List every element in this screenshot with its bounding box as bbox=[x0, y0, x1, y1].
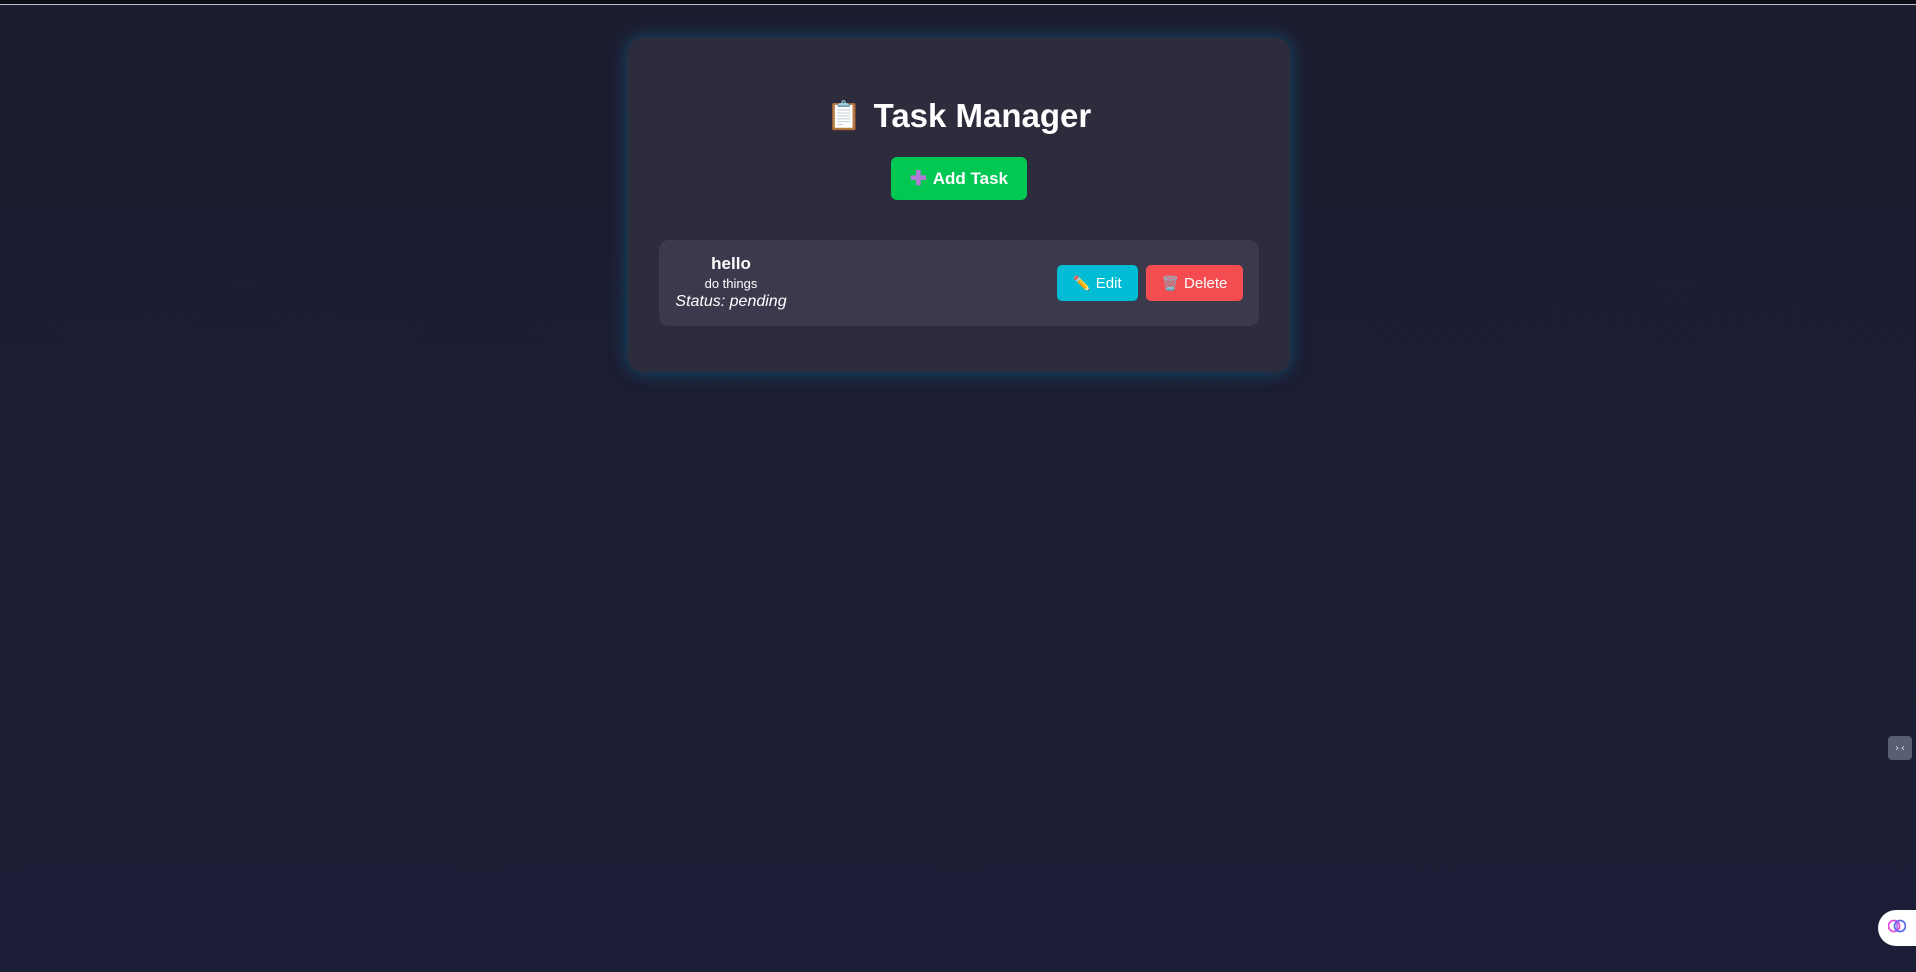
trash-icon: 🗑️ bbox=[1161, 274, 1180, 291]
plus-icon: ✚ bbox=[909, 167, 927, 190]
brain-icon bbox=[1887, 917, 1907, 940]
task-status: Status: pending bbox=[675, 293, 787, 310]
page-title: 📋 Task Manager bbox=[628, 96, 1290, 136]
task-description: do things bbox=[704, 276, 758, 291]
top-border bbox=[0, 0, 1916, 5]
task-title: hello bbox=[711, 254, 751, 273]
edit-button[interactable]: ✏️ Edit bbox=[1057, 265, 1138, 301]
pencil-icon: ✏️ bbox=[1073, 274, 1091, 291]
clipboard-icon: 📋 bbox=[826, 100, 862, 131]
edit-label: Edit bbox=[1095, 274, 1122, 292]
assistant-widget[interactable] bbox=[1878, 910, 1916, 946]
side-widget-handle[interactable]: ›‹ bbox=[1888, 736, 1912, 760]
add-task-button[interactable]: ✚ Add Task bbox=[891, 157, 1027, 200]
delete-label: Delete bbox=[1184, 274, 1228, 292]
add-task-label: Add Task bbox=[932, 168, 1009, 188]
delete-button[interactable]: 🗑️ Delete bbox=[1146, 265, 1243, 301]
task-info: hello do things Status: pending bbox=[675, 254, 787, 312]
page-title-text: Task Manager bbox=[873, 97, 1092, 134]
task-manager-card: 📋 Task Manager ✚ Add Task hello do things… bbox=[628, 38, 1290, 372]
task-item: hello do things Status: pending ✏️ Edit … bbox=[659, 240, 1259, 326]
collapse-icon: ›‹ bbox=[1893, 742, 1907, 754]
